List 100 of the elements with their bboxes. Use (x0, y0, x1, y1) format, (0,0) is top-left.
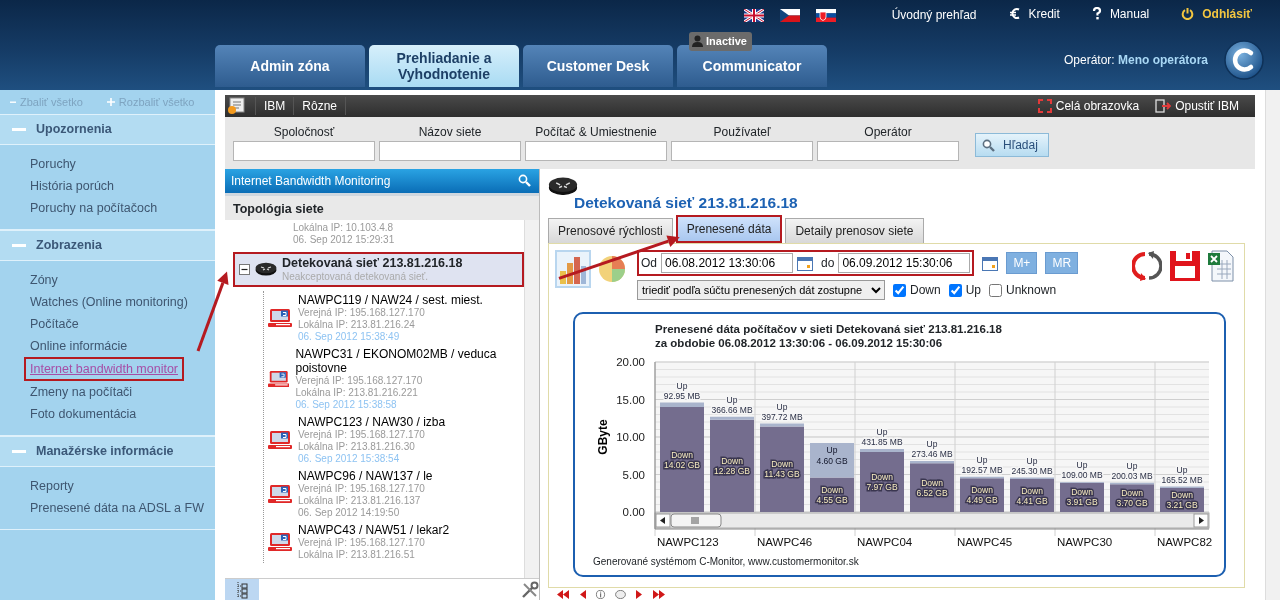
calendar-icon[interactable] (982, 255, 999, 271)
toolbar-menu[interactable]: IBM (256, 97, 295, 116)
scrollbar[interactable] (1265, 90, 1280, 600)
scrollbar[interactable] (524, 219, 539, 578)
sidebar-link[interactable]: Foto dokumentácia (30, 403, 137, 425)
header-link[interactable]: Úvodný prehľad (891, 6, 977, 24)
axis-tick-label: 20.00 (616, 356, 645, 369)
sidebar-link[interactable]: Počítače (30, 313, 79, 335)
spreadsheet-icon[interactable] (1208, 250, 1234, 283)
data-label: 3.21 GB (1166, 500, 1198, 511)
computer-name[interactable]: NAWPC31 / EKONOM02MB / veduca poistovne (295, 346, 524, 375)
data-label: 4.49 GB (966, 495, 998, 506)
toolbar-menu[interactable]: Rôzne (294, 97, 347, 116)
document-icon[interactable] (227, 97, 247, 116)
bar (810, 443, 854, 478)
refresh-icon[interactable] (1132, 250, 1162, 283)
axis-tick-label: 10.00 (616, 431, 645, 444)
sidebar-link[interactable]: História porúch (30, 175, 115, 197)
tools-icon[interactable] (521, 580, 539, 599)
bar-chart-button[interactable] (555, 250, 591, 289)
data-label: 397.72 MB (761, 411, 803, 422)
data-label: Down (721, 456, 743, 467)
section-header[interactable]: Upozornenia (0, 114, 215, 145)
header-link[interactable]: Odhlásiť (1181, 4, 1252, 23)
date-field[interactable]: 06.09.2012 15:30:06 (838, 253, 971, 274)
collapse-icon[interactable] (239, 263, 250, 275)
laptop-icon (268, 307, 292, 328)
sidebar-link[interactable]: Prenesené dáta na ADSL a FW (30, 497, 204, 519)
toolbar-action[interactable]: Opustiť IBM (1155, 97, 1239, 116)
laptop-icon (268, 531, 292, 552)
circle-icon[interactable] (614, 590, 627, 600)
ip-text: Lokálna IP: 213.81.216.51 (298, 548, 416, 561)
filter-field[interactable] (671, 141, 813, 162)
section-header[interactable]: Zobrazenia (0, 230, 215, 261)
header-link[interactable]: Manual (1091, 4, 1150, 23)
slovak-flag-icon[interactable] (815, 8, 836, 22)
toolbar-action[interactable]: Celá obrazovka (1037, 97, 1140, 116)
data-label: 192.57 MB (961, 465, 1003, 476)
sidebar-link[interactable]: Poruchy (30, 153, 76, 175)
content-tab[interactable]: Detaily prenosov siete (785, 218, 924, 244)
section-header[interactable]: Manažérske informácie (0, 436, 215, 467)
timestamp: 06. Sep 2012 14:19:50 (298, 506, 401, 519)
data-label: Up (1126, 461, 1138, 472)
to-label: do (821, 255, 835, 273)
network-title: Detekovaná sieť 213.81.216.18 (574, 193, 799, 214)
ip-text: Lokálna IP: 213.81.216.137 (298, 494, 422, 507)
header-link[interactable]: Kredit (1008, 4, 1060, 23)
fullscreen-icon (1037, 99, 1052, 114)
tree-view-button[interactable] (225, 579, 259, 600)
sidebar-link[interactable]: Watches (Online monitoring) (30, 291, 188, 313)
minus-icon (12, 243, 26, 248)
tree-heading: Topológia siete (225, 195, 539, 220)
checkbox[interactable] (948, 283, 962, 297)
main-tab[interactable]: Customer Desk (523, 45, 673, 87)
czech-flag-icon[interactable] (779, 8, 800, 22)
sidebar-link[interactable]: Zóny (30, 269, 58, 291)
info-icon[interactable] (595, 590, 606, 600)
data-label: Up (926, 439, 938, 450)
content-tab[interactable]: Prenosové rýchlosti (548, 218, 673, 244)
main-tab[interactable]: Prehliadanie a Vyhodnotenie (369, 45, 519, 87)
last-page-icon[interactable] (652, 590, 666, 600)
data-label: 12.28 GB (714, 466, 750, 477)
computer-name[interactable]: NAWPC96 / NAW137 / le (298, 468, 524, 483)
search-button[interactable]: Hľadaj (975, 133, 1049, 158)
checkbox[interactable] (989, 283, 1003, 297)
main-tab[interactable]: Communicator (677, 45, 827, 87)
tree-node[interactable]: Detekovaná sieť 213.81.216.18 Neakceptovaná detekovaná sieť. (233, 251, 524, 287)
filter-field[interactable] (379, 141, 521, 162)
content-tab[interactable]: Prenesené dáta (675, 215, 783, 244)
chart-scrollbar[interactable] (654, 512, 1210, 529)
main-tab[interactable]: Admin zóna (215, 45, 365, 87)
calendar-icon[interactable] (797, 255, 813, 271)
power-icon (1181, 7, 1195, 21)
save-icon[interactable] (1170, 251, 1200, 282)
logo-icon[interactable] (1224, 40, 1264, 80)
sidebar-link[interactable]: Reporty (30, 475, 74, 497)
checkbox[interactable] (893, 283, 906, 297)
router-icon (548, 176, 578, 196)
sidebar-link[interactable]: Zmeny na počítači (30, 381, 133, 403)
filter-field[interactable] (233, 141, 375, 162)
axis-tick-label: NAWPC46 (757, 536, 813, 549)
ip-text: Verejná IP: 195.168.127.170 (298, 306, 426, 319)
date-field[interactable]: 06.08.2012 13:30:06 (661, 253, 793, 274)
search-icon[interactable] (518, 174, 531, 188)
previous-page-icon[interactable] (578, 590, 587, 600)
first-page-icon[interactable] (556, 590, 570, 600)
sidebar-link[interactable]: Online informácie (30, 335, 128, 357)
ip-text: Lokálna IP: 213.81.216.30 (298, 440, 416, 453)
computer-name[interactable]: NAWPC119 / NAW24 / sest. miest. (298, 292, 524, 307)
status-badge: Inactive (689, 32, 752, 51)
filter-field[interactable] (817, 141, 959, 162)
data-label: 92.95 MB (663, 390, 701, 401)
computer-name[interactable]: NAWPC123 / NAW30 / izba (298, 414, 524, 429)
data-label: 11.43 GB (764, 469, 800, 480)
sidebar-link[interactable]: Poruchy na počítačoch (30, 197, 158, 219)
filter-field[interactable] (525, 141, 667, 162)
uk-flag-icon[interactable] (743, 8, 764, 22)
sort-select[interactable]: triediť podľa súčtu prenesených dát zostupne (637, 280, 885, 301)
computer-name[interactable]: NAWPC43 / NAW51 / lekar2 (298, 522, 524, 537)
next-page-icon[interactable] (635, 590, 644, 600)
